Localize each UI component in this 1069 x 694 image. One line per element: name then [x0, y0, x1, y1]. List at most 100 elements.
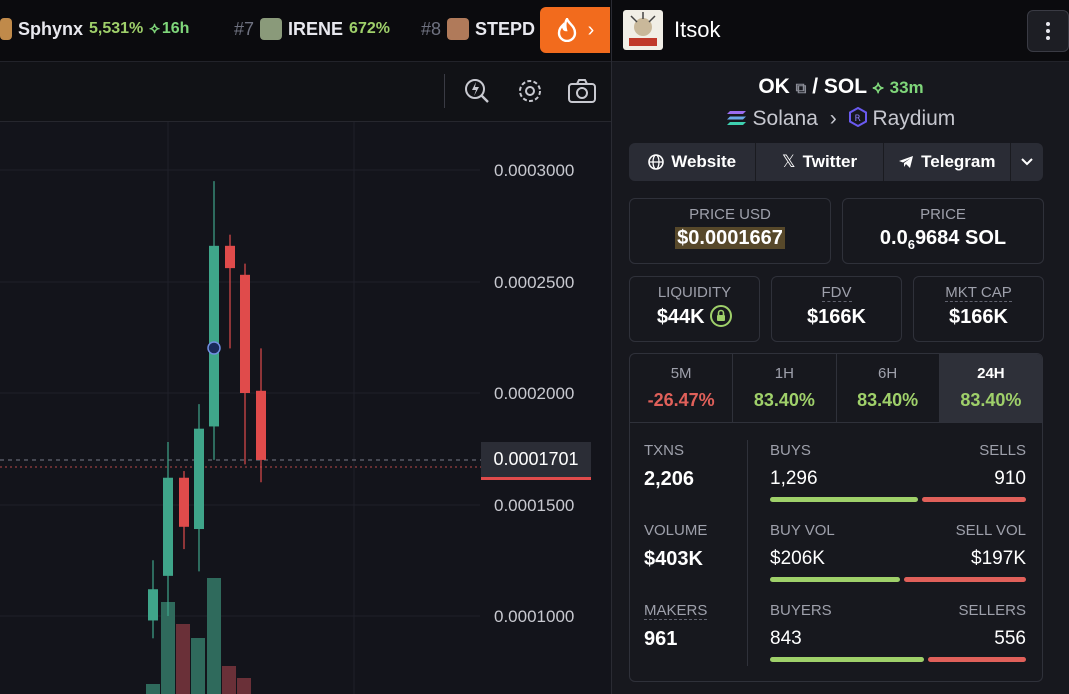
- price-sol-label: PRICE: [920, 206, 966, 223]
- liquidity-label: LIQUIDITY: [657, 284, 732, 301]
- timeframe-tabs: 5M -26.47% 1H 83.40% 6H 83.40% 24H 83.40…: [629, 353, 1043, 423]
- telegram-icon: [899, 156, 914, 168]
- x-icon: 𝕏: [781, 152, 796, 171]
- solana-icon: [726, 111, 746, 125]
- chain-breadcrumb: Solana › R Raydium: [612, 106, 1069, 131]
- sells-value: 910: [994, 468, 1026, 489]
- gear-icon[interactable]: [513, 74, 547, 108]
- liquidity-box: LIQUIDITY $44K: [629, 276, 760, 342]
- globe-icon: [648, 154, 665, 170]
- token-header: Itsok: [612, 0, 1069, 62]
- price-sol-value: 0.069684 SOL: [843, 227, 1043, 252]
- fdv-box: FDV $166K: [771, 276, 902, 342]
- sell-vol-value: $197K: [971, 548, 1026, 569]
- website-label: Website: [671, 152, 737, 171]
- chart-toolbar: [0, 62, 611, 122]
- y-axis-label: 0.0002500: [494, 273, 575, 292]
- toolbar-divider: [444, 74, 445, 108]
- more-links-button[interactable]: [1011, 143, 1043, 181]
- tab-24h[interactable]: 24H 83.40%: [939, 354, 1042, 422]
- candle-body[interactable]: [256, 390, 266, 460]
- liquidity-value: $44K: [656, 306, 705, 328]
- price-chart[interactable]: 0.0003000 0.0002500 0.0002000 0.0001500 …: [0, 122, 611, 694]
- fdv-label: FDV: [821, 284, 852, 302]
- buys-value: 1,296: [770, 468, 818, 489]
- dex-name[interactable]: Raydium: [872, 107, 955, 130]
- copy-icon[interactable]: ⧉: [796, 80, 807, 97]
- sells-label: SELLS: [979, 442, 1026, 459]
- token-avatar: [260, 18, 283, 40]
- candle-body[interactable]: [194, 428, 204, 530]
- lock-icon[interactable]: [710, 305, 733, 327]
- volume-bar: [207, 578, 221, 694]
- tab-label: 24H: [977, 365, 1005, 382]
- mktcap-box: MKT CAP $166K: [913, 276, 1044, 342]
- buyers-value: 843: [770, 628, 802, 649]
- volume-bar: [237, 678, 251, 694]
- token-avatar: [0, 18, 12, 40]
- makers-label: MAKERS: [644, 602, 708, 620]
- candle-body[interactable]: [148, 589, 158, 621]
- candle-body[interactable]: [209, 245, 219, 427]
- tab-6h[interactable]: 6H 83.40%: [837, 354, 940, 422]
- buy-vol-bar: [770, 577, 900, 582]
- pair-age: 33m: [889, 78, 924, 97]
- y-axis-label: 0.0002000: [494, 384, 575, 403]
- sprout-icon: ⟡: [872, 78, 884, 97]
- volume-bar: [146, 684, 160, 694]
- volume-bars: [146, 578, 251, 694]
- raydium-icon: R: [848, 106, 867, 128]
- tab-label: 5M: [670, 365, 692, 382]
- ticker-item[interactable]: #7 IRENE 672%: [234, 18, 390, 40]
- telegram-label: Telegram: [921, 152, 996, 171]
- tab-change: 83.40%: [960, 390, 1022, 410]
- pair-quote: SOL: [823, 75, 867, 98]
- candle-body[interactable]: [225, 245, 235, 269]
- buys-label: BUYS: [770, 442, 811, 459]
- candle-body[interactable]: [179, 477, 189, 527]
- tab-label: 1H: [774, 365, 794, 382]
- camera-icon[interactable]: [565, 74, 599, 108]
- volume-bar: [222, 666, 236, 694]
- ticker-name: Sphynx: [18, 18, 84, 39]
- candle-body[interactable]: [240, 274, 250, 393]
- ticker-change: 5,531%: [89, 20, 144, 37]
- candle-body[interactable]: [163, 477, 173, 576]
- token-avatar: [447, 18, 470, 40]
- candles: [148, 181, 266, 639]
- website-button[interactable]: Website: [629, 143, 757, 181]
- ticker-name: IRENE: [288, 18, 344, 39]
- makers-value: 961: [644, 628, 678, 650]
- telegram-button[interactable]: Telegram: [884, 143, 1011, 181]
- twitter-button[interactable]: 𝕏 Twitter: [756, 143, 884, 181]
- token-logo: [623, 10, 663, 50]
- zoom-lightning-icon[interactable]: [460, 74, 494, 108]
- sellers-bar: [928, 657, 1026, 662]
- mktcap-value: $166K: [949, 306, 1008, 328]
- pair-info-panel: Itsok OK ⧉ / SOL ⟡ 33m Solana › R Raydiu…: [611, 0, 1069, 694]
- chart-marker[interactable]: [207, 341, 221, 355]
- buyers-bar: [770, 657, 924, 662]
- price-usd-value: $0.0001667: [675, 227, 785, 249]
- ticker-item[interactable]: #8 STEPD: [421, 18, 535, 40]
- more-options-button[interactable]: [1027, 10, 1069, 52]
- ticker-name: STEPD: [475, 18, 536, 39]
- y-axis-label: 0.0001000: [494, 607, 575, 626]
- price-sol-box: PRICE 0.069684 SOL: [842, 198, 1044, 264]
- buy-vol-label: BUY VOL: [770, 522, 835, 539]
- ticker-item[interactable]: Sphynx 5,531% ⟡ 16h: [0, 18, 189, 40]
- twitter-label: Twitter: [802, 152, 858, 171]
- sellers-value: 556: [994, 628, 1026, 649]
- trending-button[interactable]: ›: [540, 7, 610, 53]
- tab-change: -26.47%: [647, 390, 715, 410]
- token-name: Itsok: [674, 17, 721, 42]
- y-axis-label: 0.0003000: [494, 161, 575, 180]
- tab-1h[interactable]: 1H 83.40%: [733, 354, 837, 422]
- pair-title: OK ⧉ / SOL ⟡ 33m: [612, 75, 1069, 99]
- chain-name[interactable]: Solana: [753, 107, 818, 130]
- tab-change: 83.40%: [857, 390, 919, 410]
- price-sol-rest: 9684 SOL: [914, 227, 1007, 249]
- tab-5m[interactable]: 5M -26.47%: [630, 354, 734, 422]
- ticker-rank: #8: [421, 18, 442, 39]
- social-links: Website 𝕏 Twitter Telegram: [629, 143, 1043, 181]
